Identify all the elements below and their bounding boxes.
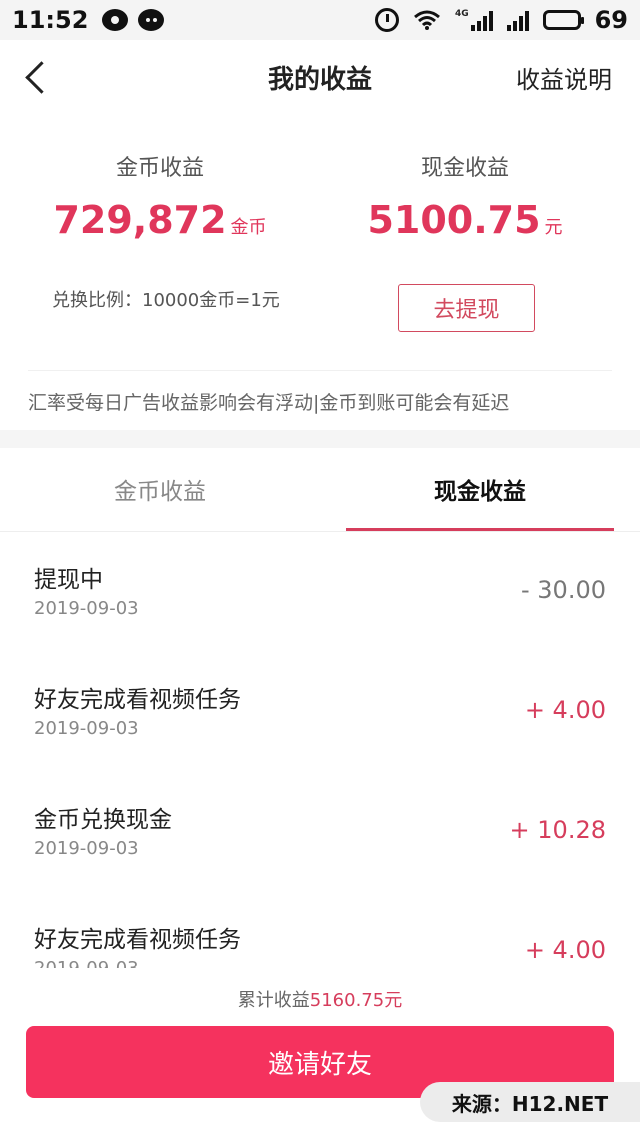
record-amount: + 4.00 [524,696,606,724]
list-item[interactable]: 好友完成看视频任务 2019-09-03 + 4.00 [0,652,640,772]
withdraw-button[interactable]: 去提现 [398,284,535,332]
status-time: 11:52 [12,6,89,34]
cash-earnings: 现金收益 5100.75 元 [305,150,625,250]
rate-notice: 汇率受每日广告收益影响会有浮动|金币到账可能会有延迟 [28,392,510,414]
coin-earnings-label: 金币收益 [115,156,204,181]
nav-header: 我的收益 收益说明 [0,40,640,114]
source-watermark: 来源：H12.NET [420,1082,640,1122]
status-bar: 11:52 4G 69 [0,0,640,40]
coin-unit: 金币 [230,217,267,238]
cash-earnings-value: 5100.75 [367,198,541,242]
record-title: 好友完成看视频任务 [34,927,241,953]
active-tab-indicator [346,528,614,531]
chat-icon [138,9,165,31]
record-date: 2019-09-03 [34,598,139,619]
list-item[interactable]: 提现中 2019-09-03 - 30.00 [0,532,640,652]
coin-earnings: 金币收益 729,872 金币 [0,150,320,250]
record-date: 2019-09-03 [34,958,139,968]
coin-earnings-value: 729,872 [53,198,227,242]
record-amount: - 30.00 [521,576,606,604]
section-gap [0,430,640,448]
cash-unit: 元 [544,217,563,238]
record-date: 2019-09-03 [34,718,139,739]
battery-icon [542,10,584,30]
tab-cash-earnings[interactable]: 现金收益 [330,472,630,506]
cumulative-earnings: 累计收益5160.75元 [0,986,640,1012]
earnings-page: 11:52 4G 69 我的收益 收益说明 金币收益 729,872 金币 现金… [0,0,640,1138]
cellular-4g-icon: 4G [455,9,493,31]
alarm-icon [374,8,399,32]
list-item[interactable]: 好友完成看视频任务 2019-09-03 + 4.00 [0,892,640,968]
earnings-explanation-link[interactable]: 收益说明 [516,60,612,95]
earnings-tabs: 金币收益 现金收益 [0,448,640,532]
back-arrow-icon[interactable] [22,62,52,92]
battery-level: 69 [594,6,628,34]
tab-coin-earnings[interactable]: 金币收益 [10,472,310,506]
cellular-icon [506,9,529,31]
cumulative-earnings-value: 5160.75元 [309,990,403,1011]
earnings-summary: 金币收益 729,872 金币 现金收益 5100.75 元 兑换比例：10000金… [0,114,640,430]
wifi-icon [413,9,441,31]
exchange-ratio: 兑换比例：10000金币=1元 [52,290,280,311]
record-title: 提现中 [34,567,103,593]
cumulative-earnings-label: 累计收益 [237,990,310,1011]
list-item[interactable]: 金币兑换现金 2019-09-03 + 10.28 [0,772,640,892]
record-amount: + 10.28 [509,816,606,844]
cash-records-list[interactable]: 提现中 2019-09-03 - 30.00 好友完成看视频任务 2019-09… [0,532,640,968]
record-amount: + 4.00 [524,936,606,964]
page-title: 我的收益 [267,64,372,95]
divider [28,370,612,371]
record-date: 2019-09-03 [34,838,139,859]
record-title: 金币兑换现金 [34,807,172,833]
eye-icon [102,9,129,31]
record-title: 好友完成看视频任务 [34,687,241,713]
cash-earnings-label: 现金收益 [420,156,509,181]
